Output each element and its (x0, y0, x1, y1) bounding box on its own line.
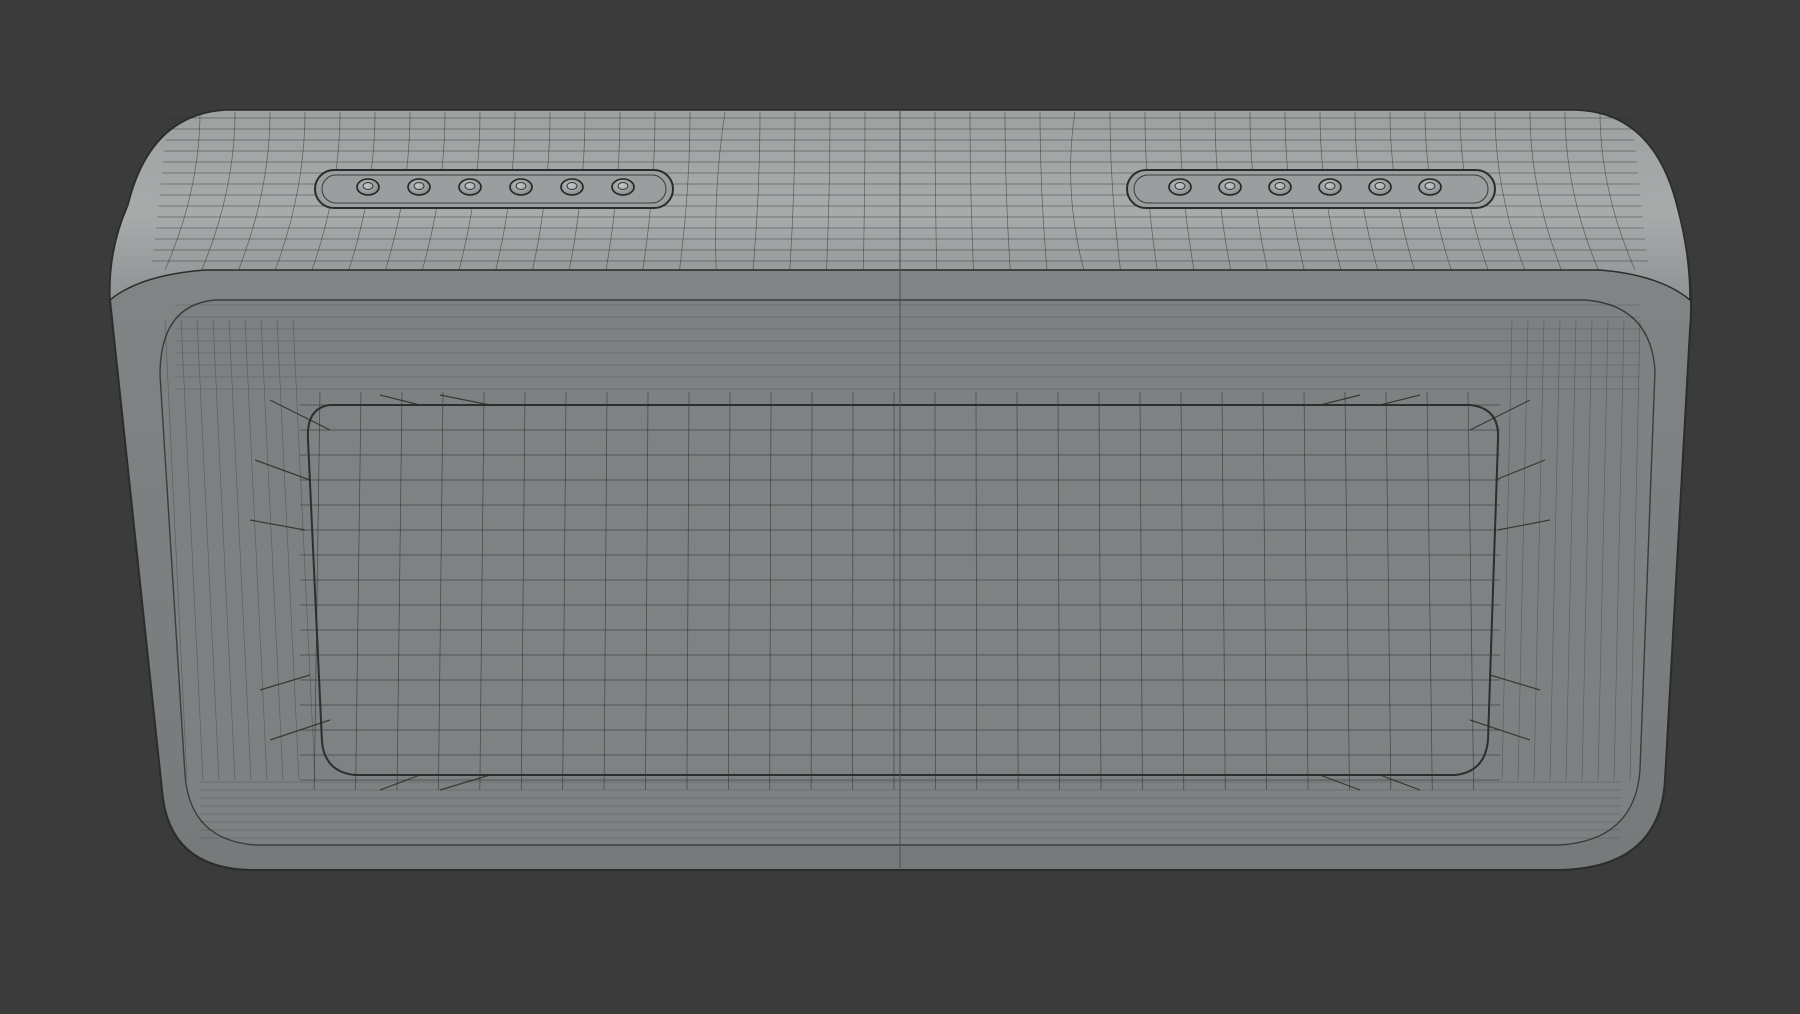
top-button-knob (509, 178, 533, 196)
speaker-grille-panel (306, 404, 1500, 776)
top-button-knob (1418, 178, 1442, 196)
3d-viewport[interactable] (0, 0, 1800, 1014)
top-button-knob (356, 178, 380, 196)
top-button-knob (1318, 178, 1342, 196)
top-button-knob (1168, 178, 1192, 196)
top-button-knob (1218, 178, 1242, 196)
top-button-knob (1368, 178, 1392, 196)
speaker-model-render (108, 109, 1693, 871)
top-button-knob (611, 178, 635, 196)
top-button-knob (560, 178, 584, 196)
top-button-knob (1268, 178, 1292, 196)
top-button-knob (407, 178, 431, 196)
top-button-knob (458, 178, 482, 196)
